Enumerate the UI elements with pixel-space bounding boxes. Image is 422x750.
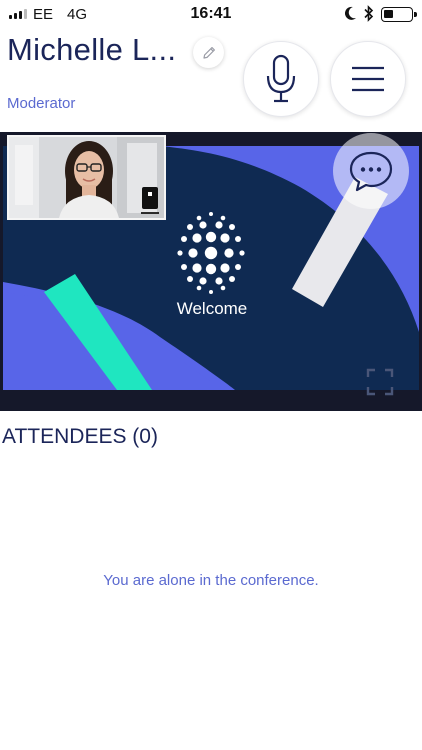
- self-camera-preview[interactable]: [7, 135, 166, 220]
- bluetooth-icon: [363, 5, 374, 26]
- microphone-button[interactable]: [243, 41, 319, 117]
- attendees-empty-message: You are alone in the conference.: [103, 572, 319, 589]
- microphone-icon: [266, 54, 296, 103]
- hamburger-menu-icon: [352, 66, 384, 92]
- attendees-heading: ATTENDEES (0): [2, 425, 158, 448]
- role-label: Moderator: [7, 95, 76, 112]
- chat-button[interactable]: [333, 133, 409, 209]
- edit-name-button[interactable]: [193, 37, 224, 68]
- menu-button[interactable]: [330, 41, 406, 117]
- slide-welcome-text: Welcome: [176, 299, 248, 318]
- fullscreen-icon: [366, 368, 394, 396]
- fullscreen-button[interactable]: [366, 368, 394, 396]
- pencil-icon: [202, 46, 215, 59]
- status-bar: EE 4G 16:41: [0, 0, 422, 28]
- moon-icon: [344, 6, 357, 25]
- user-name: Michelle L...: [7, 32, 177, 67]
- battery-icon: [381, 7, 417, 22]
- chat-bubble-icon: [349, 151, 393, 192]
- clock: 16:41: [190, 5, 232, 22]
